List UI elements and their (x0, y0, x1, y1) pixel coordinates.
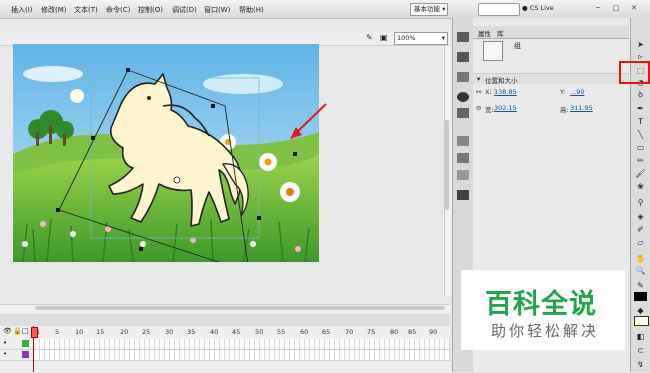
y-label: Y: (560, 88, 566, 96)
rectangle-tool-icon[interactable]: ▭ (634, 143, 647, 153)
frame-number: 80 (390, 328, 399, 336)
vertical-scroll-thumb[interactable] (445, 120, 449, 210)
eye-icon[interactable]: 👁 (3, 327, 12, 335)
chevron-down-icon: ▾ (477, 75, 481, 83)
frame-number: 65 (322, 328, 331, 336)
position-size-section[interactable]: ▾ 位置和大小 (473, 73, 629, 85)
frame-number: 30 (165, 328, 174, 336)
section-title: 位置和大小 (485, 77, 518, 85)
frame-number: 20 (120, 328, 129, 336)
eraser-tool-icon[interactable]: ▱ (634, 238, 647, 248)
tab-properties[interactable]: 属性 (478, 28, 491, 38)
layer-color-swatch[interactable] (22, 351, 29, 358)
deco-tool-icon[interactable]: ❀ (634, 182, 647, 192)
frame-number: 75 (367, 328, 376, 336)
lock-icon[interactable]: 🔒 (13, 327, 22, 335)
panel-icon[interactable] (457, 190, 469, 200)
timeline-header (0, 314, 450, 326)
selection-tool-icon[interactable]: ➤ (634, 40, 647, 50)
layer-frames[interactable] (35, 339, 450, 349)
frame-number: 10 (75, 328, 84, 336)
text-tool-icon[interactable]: T (634, 117, 647, 127)
group-icon (483, 41, 503, 61)
outline-icon[interactable]: □ (22, 327, 29, 335)
width-label: 宽: (485, 106, 494, 114)
frame-number: 45 (232, 328, 241, 336)
width-field[interactable]: 302.15 (494, 104, 517, 112)
object-type-label: 组 (514, 42, 521, 50)
panel-icon[interactable] (457, 52, 469, 62)
fill-color-swatch[interactable] (634, 316, 649, 326)
free-transform-highlight (619, 61, 650, 84)
layer-row[interactable]: • (0, 350, 450, 361)
tab-library[interactable]: 库 (497, 28, 504, 38)
line-tool-icon[interactable]: ╲ (634, 130, 647, 140)
brush-tool-icon[interactable]: 🖌 (634, 169, 647, 179)
fill-color-icon[interactable]: ◆ (634, 306, 647, 316)
x-field[interactable]: 138.85 (494, 88, 517, 96)
lock-ratio-icon[interactable]: ⊖ (476, 104, 481, 112)
lasso-tool-icon[interactable]: ꝺ (634, 90, 647, 100)
paint-bucket-tool-icon[interactable]: ◈ (634, 212, 647, 222)
layer-visible-dot[interactable]: • (3, 339, 7, 347)
frame-number: 40 (210, 328, 219, 336)
panel-icon[interactable] (457, 136, 469, 146)
frame-number: 50 (255, 328, 264, 336)
watermark-subtitle: 助你轻松解决 (491, 322, 600, 340)
properties-tabs: 属性 库 (473, 26, 629, 39)
zoom-tool-icon[interactable]: 🔍 (634, 266, 647, 276)
frame-number: 35 (187, 328, 196, 336)
frame-number: 90 (429, 328, 438, 336)
frame-number: 15 (96, 328, 105, 336)
layer-frames[interactable] (35, 350, 450, 360)
pen-tool-icon[interactable]: ✒ (634, 104, 647, 114)
layer-row[interactable]: • (0, 339, 450, 350)
snap-icon[interactable]: ⊂ (634, 346, 647, 356)
eyedropper-tool-icon[interactable]: ✐ (634, 225, 647, 235)
watermark: 百科全说 助你轻松解决 (461, 270, 625, 350)
black-white-icon[interactable]: ◧ (634, 332, 647, 342)
panel-icon[interactable] (457, 72, 469, 82)
bone-tool-icon[interactable]: ⚲ (634, 198, 647, 208)
color-panel-icon[interactable] (457, 92, 469, 102)
hand-tool-icon[interactable]: ✋ (634, 254, 647, 264)
layer-visible-dot[interactable]: • (3, 350, 7, 358)
frame-number: 70 (345, 328, 354, 336)
stroke-color-icon[interactable]: ✎ (634, 281, 647, 291)
playhead[interactable] (31, 327, 38, 338)
layer-color-swatch[interactable] (22, 340, 29, 347)
y-field[interactable]: ...90 (570, 88, 584, 96)
panel-icon[interactable] (457, 108, 469, 118)
frame-number: 60 (300, 328, 309, 336)
stage-arrow (295, 103, 327, 134)
height-label: 高: (560, 106, 569, 114)
frame-number: 55 (277, 328, 286, 336)
pencil-tool-icon[interactable]: ✏ (634, 156, 647, 166)
link-icon: ⚯ (476, 88, 482, 96)
horizontal-scroll-thumb[interactable] (35, 306, 445, 310)
panel-icon[interactable] (457, 153, 469, 163)
panel-icon[interactable] (457, 32, 469, 42)
frame-number: 25 (142, 328, 151, 336)
watermark-title: 百科全说 (485, 289, 597, 320)
panel-icon[interactable] (457, 170, 469, 180)
frame-number: 85 (408, 328, 417, 336)
x-label: X: (485, 88, 492, 96)
smooth-icon[interactable]: ↯ (634, 360, 647, 370)
stroke-color-swatch[interactable] (634, 292, 647, 301)
height-field[interactable]: 311.95 (570, 104, 593, 112)
frame-number: 5 (55, 328, 60, 336)
